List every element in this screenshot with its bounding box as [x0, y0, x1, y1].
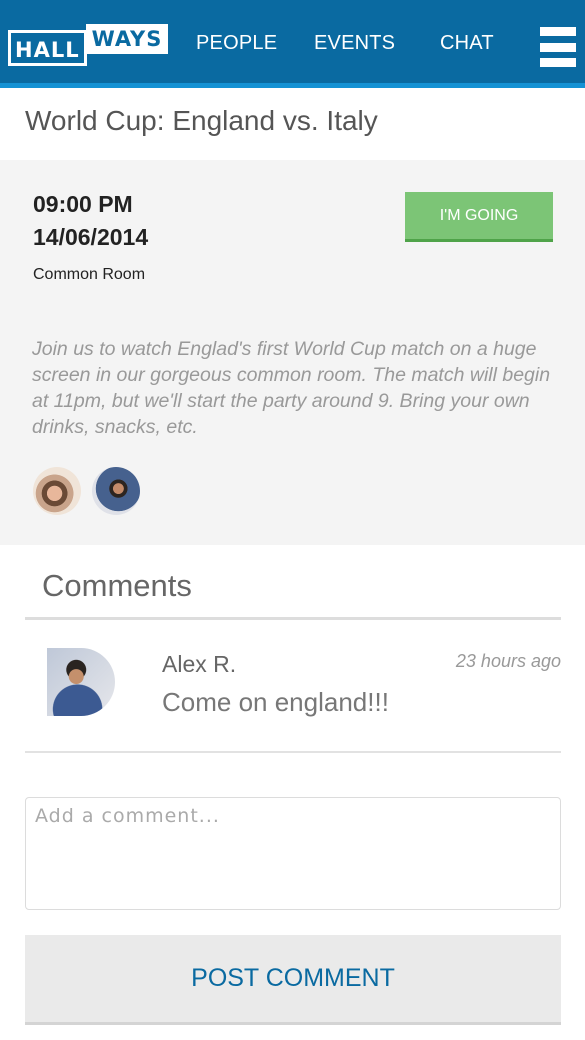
comment-timestamp: 23 hours ago [455, 651, 561, 671]
hamburger-menu-icon[interactable] [540, 27, 576, 67]
app-header: HALL WAYS PEOPLE EVENTS CHAT [0, 0, 585, 88]
comments-divider [25, 617, 561, 620]
nav-people[interactable]: PEOPLE [196, 31, 277, 55]
add-comment-input[interactable] [25, 797, 561, 910]
attendee-avatar[interactable] [33, 467, 81, 515]
logo-hall-text: HALL [8, 30, 87, 66]
event-time: 09:00 PM [33, 191, 133, 217]
halls-ways-logo[interactable]: HALL WAYS [8, 24, 169, 66]
menu-bar [540, 42, 576, 52]
logo-ways-text: WAYS [85, 24, 169, 54]
comments-heading: Comments [42, 568, 192, 603]
nav-chat[interactable]: CHAT [440, 31, 494, 55]
attendee-list [33, 467, 140, 515]
menu-bar [540, 58, 576, 67]
nav-events[interactable]: EVENTS [314, 31, 395, 55]
comment-author[interactable]: Alex R. [162, 650, 236, 678]
post-comment-button[interactable]: POST COMMENT [25, 935, 561, 1025]
menu-bar [540, 27, 576, 36]
event-location: Common Room [33, 266, 146, 283]
im-going-button[interactable]: I'M GOING [405, 192, 553, 242]
event-details-card: 09:00 PM 14/06/2014 Common Room I'M GOIN… [0, 160, 585, 545]
event-description: Join us to watch Englad's first World Cu… [32, 338, 551, 438]
event-title: World Cup: England vs. Italy [25, 105, 378, 136]
comment-text: Come on england!!! [162, 687, 389, 717]
attendee-avatar[interactable] [92, 467, 140, 515]
comment-divider [25, 751, 561, 753]
event-date: 14/06/2014 [33, 224, 149, 250]
comment-author-avatar[interactable] [47, 648, 115, 716]
